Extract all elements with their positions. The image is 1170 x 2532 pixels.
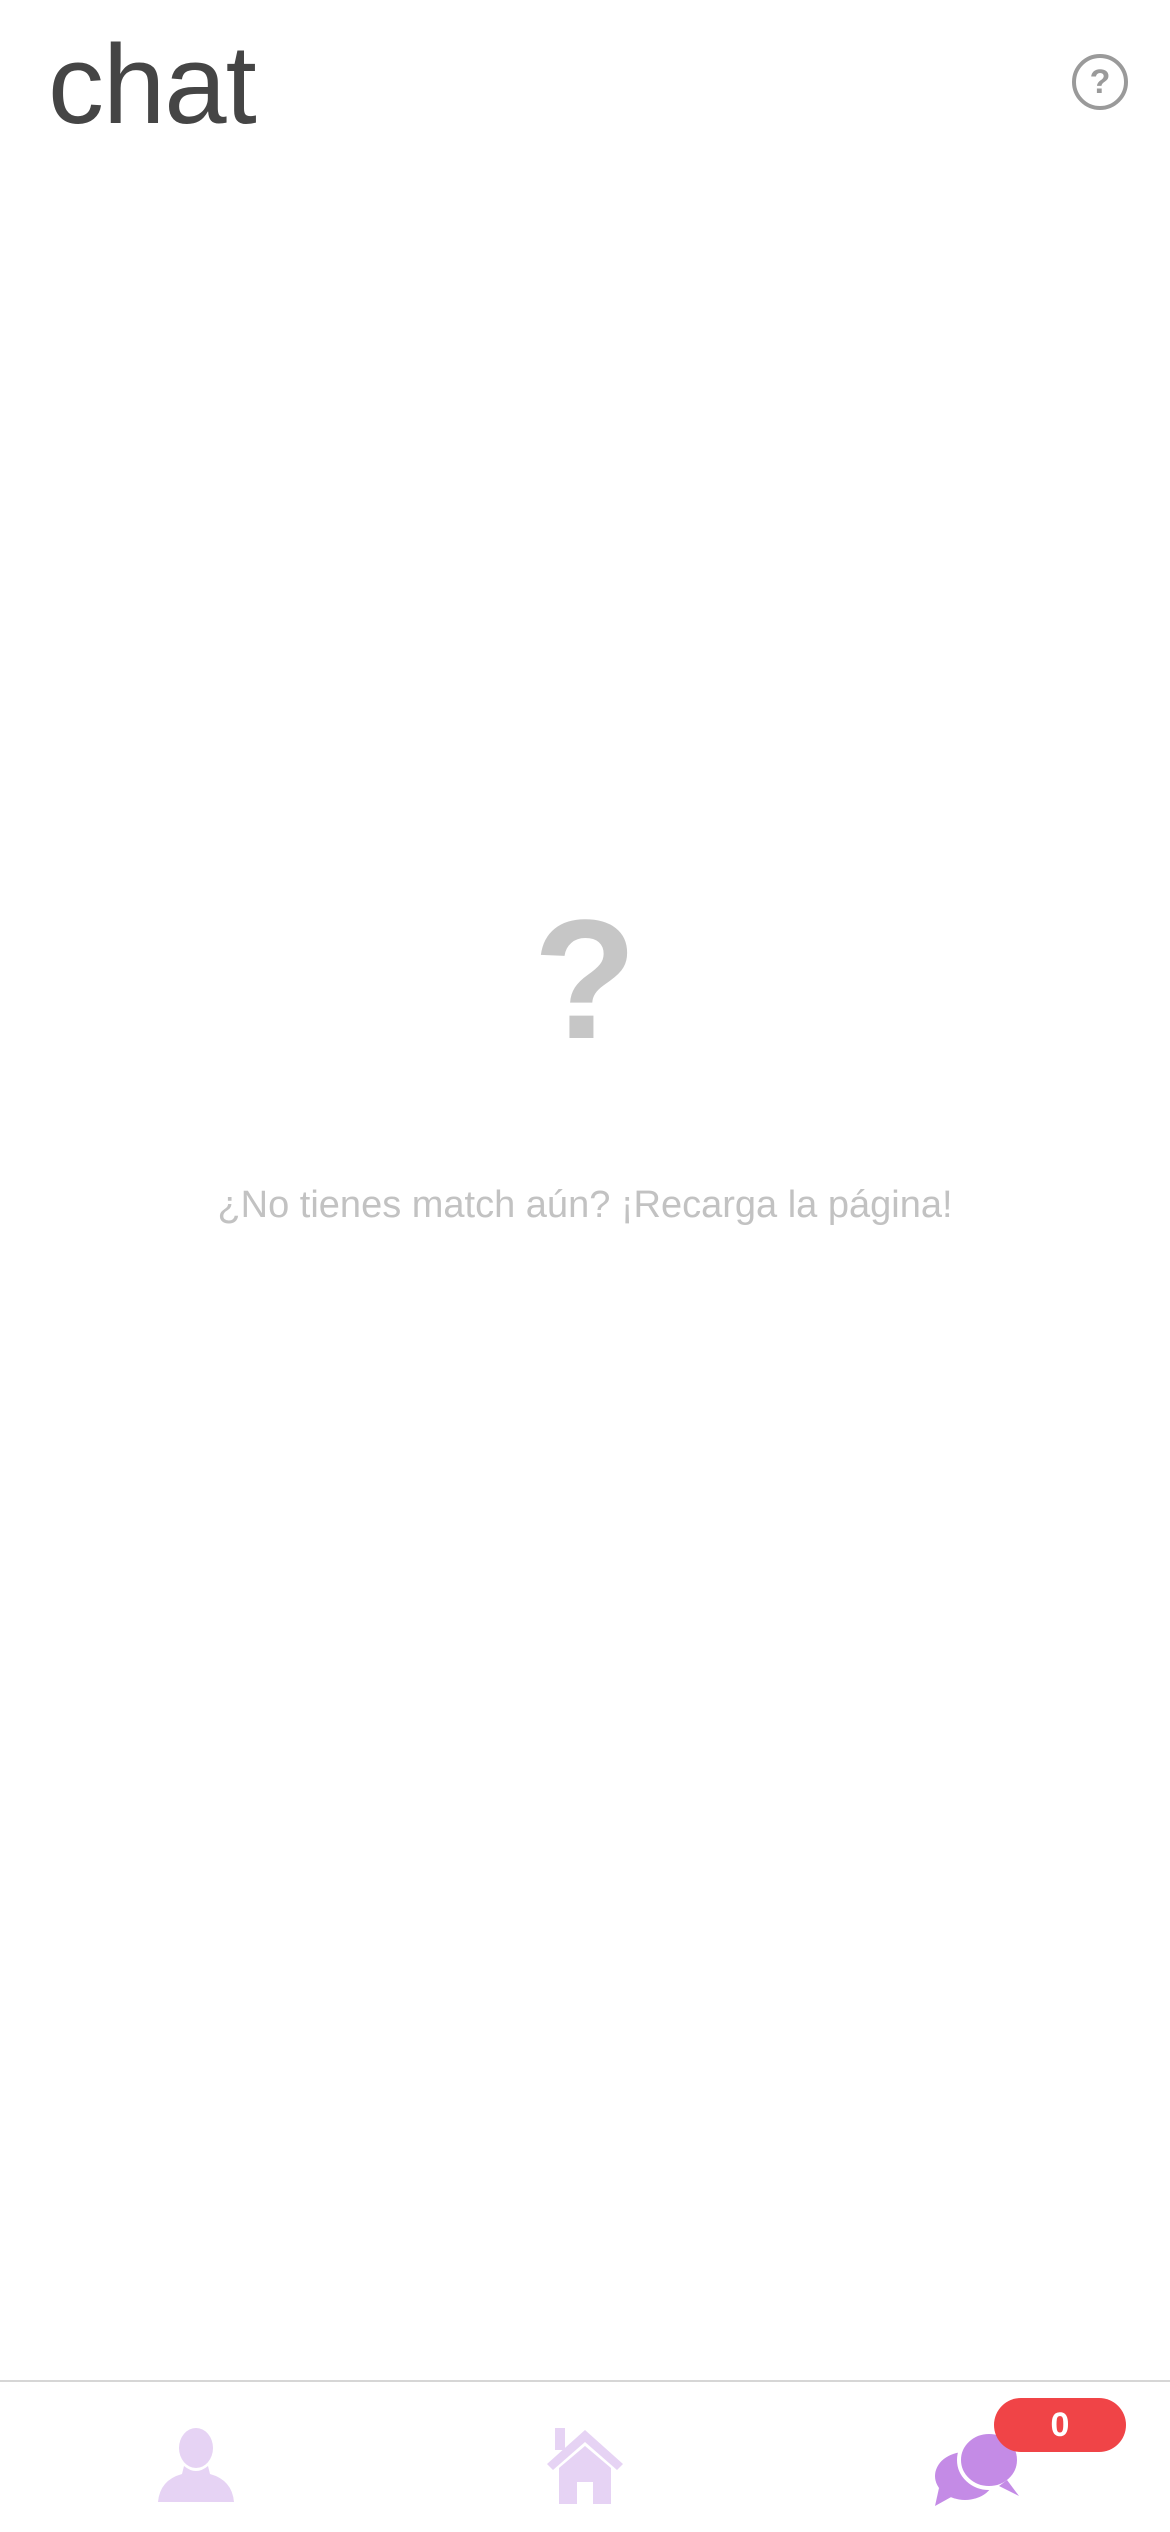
- home-icon: [547, 2428, 623, 2504]
- nav-item-home[interactable]: [485, 2382, 685, 2532]
- question-mark-icon: ?: [533, 885, 637, 1075]
- nav-item-profile[interactable]: [96, 2382, 296, 2532]
- chat-notification-badge: 0: [994, 2398, 1126, 2452]
- help-button[interactable]: ?: [1072, 54, 1128, 110]
- bottom-nav: [0, 2380, 1170, 2532]
- header: chat ?: [0, 0, 1170, 170]
- empty-state-message: ¿No tienes match aún? ¡Recarga la página…: [217, 1184, 953, 1226]
- profile-icon: [158, 2428, 234, 2502]
- help-icon: ?: [1089, 63, 1111, 101]
- empty-state: ? ¿No tienes match aún? ¡Recarga la pági…: [0, 890, 1170, 1230]
- page-title: chat: [48, 22, 257, 147]
